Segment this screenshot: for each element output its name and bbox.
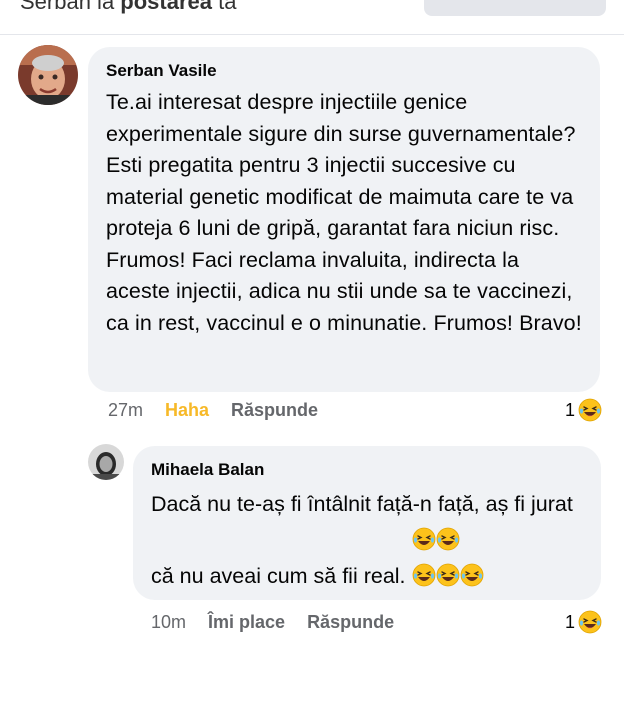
comment-author[interactable]: Serban Vasile: [106, 61, 582, 81]
comment-time[interactable]: 27m: [108, 400, 143, 421]
reply-text-block: Dacă nu te-aș fi întâlnit față-n față, a…: [151, 486, 583, 594]
laughing-emoji-icon: [460, 563, 483, 587]
avatar-serban[interactable]: [18, 45, 78, 105]
comment-reaction-count[interactable]: 1: [565, 398, 602, 422]
header-text: Serban la postarea ta: [20, 0, 236, 15]
laughing-emoji-icon: [436, 527, 459, 551]
reply-time[interactable]: 10m: [151, 612, 186, 633]
comment-bubble: Serban Vasile Te.ai interesat despre inj…: [88, 47, 600, 392]
avatar-mihaela[interactable]: [88, 444, 124, 480]
reaction-count-number: 1: [565, 399, 576, 420]
reaction-count-number: 1: [565, 611, 576, 632]
header-prefix: Serban la: [20, 0, 121, 14]
laughing-emoji-icon: [412, 563, 435, 587]
reply-actions: 10m Îmi place Răspunde: [151, 612, 394, 633]
notification-header: Serban la postarea ta: [0, 0, 624, 35]
haha-reaction-button[interactable]: Haha: [165, 400, 209, 421]
reply-button[interactable]: Răspunde: [231, 400, 318, 421]
laughing-emoji-icon: [412, 527, 435, 551]
reply-author[interactable]: Mihaela Balan: [151, 460, 583, 480]
reply-reaction-count[interactable]: 1: [565, 610, 602, 634]
laughing-emoji-icon: [578, 610, 602, 634]
header-bold: postarea: [120, 0, 213, 14]
reply-reply-button[interactable]: Răspunde: [307, 612, 394, 633]
reply-emoji-group: [412, 522, 484, 594]
comment-text: Te.ai interesat despre injectiile genice…: [106, 90, 582, 335]
header-suffix: ta: [212, 0, 237, 14]
header-button[interactable]: [424, 0, 606, 16]
comment-actions: 27m Haha Răspunde: [108, 400, 318, 421]
like-button[interactable]: Îmi place: [208, 612, 285, 633]
reply-bubble: Mihaela Balan Dacă nu te-aș fi întâlnit …: [133, 446, 601, 600]
laughing-emoji-icon: [578, 398, 602, 422]
laughing-emoji-icon: [436, 563, 459, 587]
reply-text: Dacă nu te-aș fi întâlnit față-n față, a…: [151, 492, 573, 588]
